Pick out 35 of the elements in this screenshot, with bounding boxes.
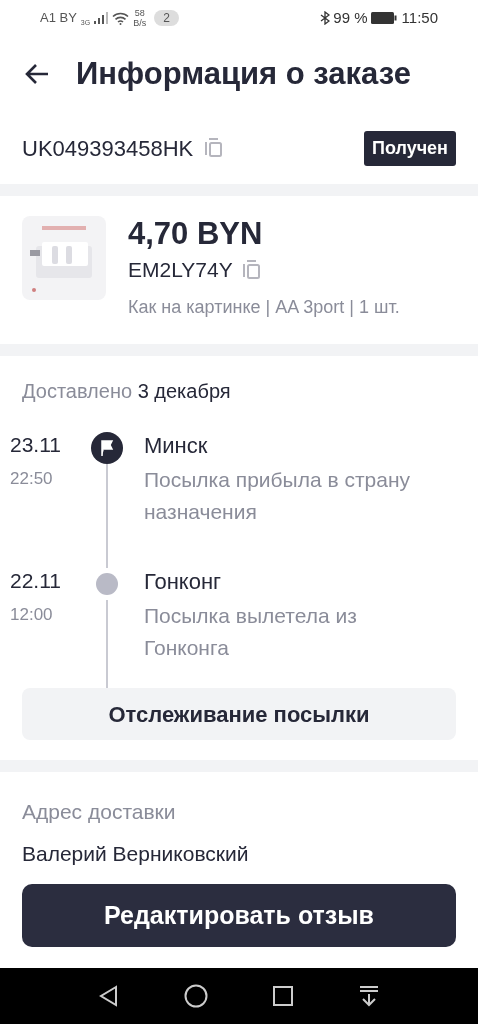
clock-text: 11:50 <box>401 7 438 28</box>
wifi-icon <box>112 11 130 25</box>
track-parcel-button[interactable]: Отслеживание посылки <box>22 688 456 740</box>
event-city: Гонконг <box>144 568 223 596</box>
event-date: 23.11 <box>10 432 62 458</box>
back-arrow-icon <box>24 63 50 85</box>
edit-review-button[interactable]: Редактировать отзыв <box>22 884 456 947</box>
product-options-text: Как на картинке | AA 3port | 1 шт. <box>128 295 400 319</box>
product-code: EM2LY74Y <box>128 257 233 283</box>
recent-apps-icon[interactable] <box>272 985 294 1007</box>
signal-icon <box>94 12 109 24</box>
delivery-status-text: Доставлено 3 декабря <box>21 379 232 404</box>
battery-icon <box>370 12 397 24</box>
notification-badge: 2 <box>154 10 179 26</box>
address-label: Адрес доставки <box>22 799 177 825</box>
speed-text: 58 <box>134 8 145 18</box>
battery-percent-text: 99 % <box>333 7 368 28</box>
carrier-text: A1 BY <box>40 9 77 28</box>
flag-icon <box>91 432 123 464</box>
back-icon[interactable] <box>98 985 120 1007</box>
status-badge: Получен <box>363 130 456 166</box>
notification-shade-icon[interactable] <box>358 985 380 1007</box>
page-title: Информация о заказе <box>76 54 411 93</box>
speed-unit-text: B/s <box>133 18 147 28</box>
event-time: 22:50 <box>10 468 54 490</box>
event-description: Посылка прибыла в страну назначения <box>144 467 412 525</box>
bluetooth-icon <box>320 11 331 25</box>
event-date: 22.11 <box>10 568 62 594</box>
tracking-number: UK049393458HK <box>22 134 194 163</box>
recipient-name: Валерий Верниковский <box>22 840 250 867</box>
event-description: Посылка вылетела из Гонконга <box>144 603 358 661</box>
home-icon[interactable] <box>184 984 208 1008</box>
event-time: 12:00 <box>10 604 54 626</box>
price-text: 4,70 BYN <box>128 216 264 252</box>
event-city: Минск <box>144 432 209 460</box>
